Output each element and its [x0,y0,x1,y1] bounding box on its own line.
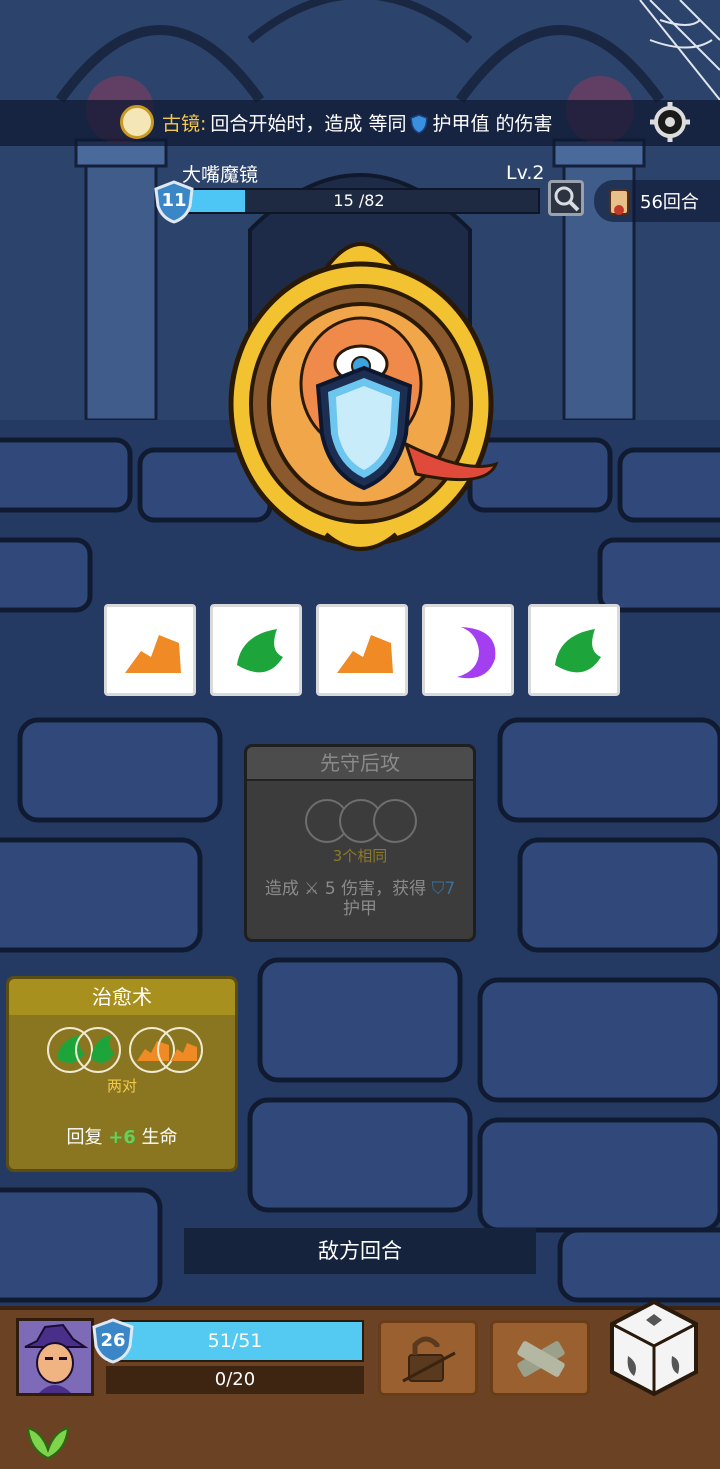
skill-desc-damage: 5 伤害，获得 [324,879,427,899]
skill-desc-armor: 7 [444,879,456,899]
enemy-hp-bar: 15 /82 [178,188,540,214]
scroll-icon [609,189,629,215]
skill-desc-suffix: 护甲 [343,899,377,919]
intent-die-1[interactable] [104,604,196,696]
relic-effect-part2: 护甲值 的伤害 [432,113,553,135]
intent-die-2[interactable] [210,604,302,696]
player-avatar[interactable] [16,1318,94,1396]
orange-rock-icon [125,635,181,673]
unlock-button[interactable] [378,1320,478,1396]
skill-desc-prefix: 造成 [264,879,299,899]
magnifier-icon [554,186,580,212]
settings-gear-icon[interactable] [650,102,690,142]
intent-die-5[interactable] [528,604,620,696]
purple-moon-icon [457,627,496,679]
player-hp-bar: 51/51 [106,1320,364,1362]
relic-description: 古镜: 回合开始时，造成 等同 护甲值 的伤害 [162,110,553,138]
intent-die-3[interactable] [316,604,408,696]
enemy-hp-text: 15 /82 [333,191,385,210]
player-xp-bar: 0/20 [106,1366,364,1394]
green-leaf-icon [555,629,601,673]
enemy-skill-requirement: 3个相同 [332,847,388,865]
green-leaf-icon [237,629,283,673]
dice-slot [373,799,417,843]
enemy-armor-value: 11 [161,190,187,211]
bandage-button[interactable] [490,1320,590,1396]
heal-skill-requirement: 两对 [106,1077,137,1095]
heal-desc-amount: +6 [108,1127,136,1148]
inspect-button[interactable] [548,180,584,216]
green-leaf-icon [91,1035,115,1063]
relic-name: 古镜: [162,113,207,135]
roll-dice-button[interactable] [606,1298,702,1398]
heal-skill-card[interactable]: 治愈术 两对 回复 +6 生命 [6,976,238,1172]
mirror-relic-icon[interactable] [120,105,154,139]
intent-die-4[interactable] [422,604,514,696]
enemy-skill-card[interactable]: 先守后攻 3个相同 造成 ⚔ 5 伤害，获得 ⛉7 护甲 [244,744,476,942]
herb-leaf-icon [26,1426,70,1460]
dice-slot [157,1027,203,1073]
orange-rock-icon [337,635,393,673]
padlock-icon [402,1336,456,1383]
orange-rock-icon [171,1043,197,1061]
turn-indicator: 敌方回合 [184,1228,536,1274]
armor-shield-icon [410,114,429,134]
heal-skill-description: 回复 +6 生命 [9,1123,235,1149]
dice-slot [75,1027,121,1073]
heal-skill-title: 治愈术 [9,979,235,1015]
enemy-skill-description: 造成 ⚔ 5 伤害，获得 ⛉7 护甲 [255,879,465,919]
relic-effect-part1: 回合开始时，造成 等同 [210,113,407,135]
enemy-level: Lv.2 [506,162,545,184]
herb-leaf-button[interactable] [22,1410,74,1462]
enemy-skill-title: 先守后攻 [247,747,473,781]
heal-desc-suffix: 生命 [141,1127,178,1148]
armor-shield-icon: ⛉ [431,879,445,899]
heal-desc-prefix: 回复 [66,1127,103,1148]
dice-icon [610,1299,698,1397]
round-count: 56回合 [640,192,699,213]
sword-icon: ⚔ [304,879,320,899]
bandage-icon [517,1341,565,1377]
player-armor-value: 26 [100,1330,126,1351]
enemy-armor-shield-icon [314,364,414,492]
